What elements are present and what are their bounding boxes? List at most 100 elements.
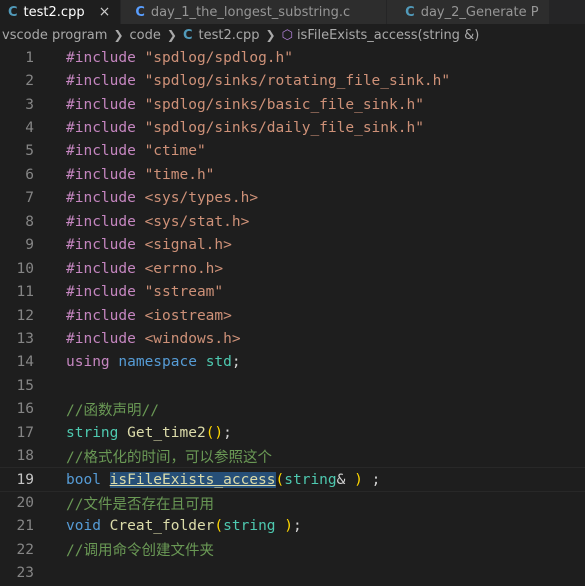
code-line[interactable]: 16 //函数声明// [0,398,585,421]
code-text: #include "spdlog/spdlog.h" [66,50,585,66]
code-line[interactable]: 15 [0,374,585,397]
code-line[interactable]: 22 //调用命令创建文件夹 [0,538,585,561]
code-line[interactable]: 2 #include "spdlog/sinks/rotating_file_si… [0,69,585,92]
code-token: #include [66,330,136,347]
code-text: #include "time.h" [66,167,585,183]
line-number: 19 [16,471,34,488]
tab-day-2-generate[interactable]: C day_2_Generate P [387,0,550,24]
code-line[interactable]: 7 #include <sys/types.h> [0,187,585,210]
code-text: #include <errno.h> [66,261,585,277]
code-token: string [284,471,337,488]
code-token: bool [66,471,101,488]
code-token: "spdlog/sinks/rotating_file_sink.h" [144,73,451,90]
code-line[interactable]: 18 //格式化的时间，可以参照这个 [0,444,585,467]
code-line[interactable]: 23 [0,562,585,585]
breadcrumb-folder-code[interactable]: code [130,28,161,43]
code-line[interactable]: 3 #include "spdlog/sinks/basic_file_sink.… [0,93,585,116]
code-token: ) [354,471,363,488]
code-line[interactable]: 5 #include "ctime" [0,140,585,163]
cpp-file-icon: C [405,4,415,20]
code-token: #include [66,166,136,183]
line-number: 17 [16,424,34,441]
code-token: "sstream" [144,284,224,301]
tab-label: test2.cpp [23,4,85,20]
code-line[interactable]: 14 using namespace std; [0,351,585,374]
breadcrumb: vscode program ❯ code ❯ C test2.cpp ❯ ⬡ … [0,24,585,46]
breadcrumb-folder-vscode-program[interactable]: vscode program [2,28,107,43]
cpp-file-icon: C [182,27,193,43]
code-token: <windows.h> [144,330,241,347]
code-line[interactable]: 8 #include <sys/stat.h> [0,210,585,233]
method-cube-icon: ⬡ [281,27,293,43]
code-line[interactable]: 20 //文件是否存在且可用 [0,491,585,514]
code-text: #include <sys/stat.h> [66,214,585,230]
code-text: using namespace std; [66,354,585,370]
code-token: string [223,518,276,535]
code-line[interactable]: 13 #include <windows.h> [0,327,585,350]
line-number: 11 [16,284,34,301]
editor-tab-bar: C test2.cpp × C day_1_the_longest_substr… [0,0,585,24]
code-text: //函数声明// [66,399,585,420]
code-token: #include [66,284,136,301]
code-text: #include <iostream> [66,308,585,324]
code-line[interactable]: 1 #include "spdlog/spdlog.h" [0,46,585,69]
c-file-icon: C [135,4,145,20]
code-text: //调用命令创建文件夹 [66,539,585,560]
code-line[interactable]: 9 #include <signal.h> [0,234,585,257]
code-line[interactable]: 6 #include "time.h" [0,163,585,186]
line-number: 20 [16,495,34,512]
code-line[interactable]: 11 #include "sstream" [0,280,585,303]
tab-test2-cpp[interactable]: C test2.cpp × [0,0,122,24]
code-line[interactable]: 10 #include <errno.h> [0,257,585,280]
code-token: <sys/types.h> [144,190,259,207]
line-number: 18 [16,448,34,465]
close-icon[interactable]: × [99,4,111,20]
code-token: "spdlog/sinks/daily_file_sink.h" [144,120,424,137]
code-line[interactable]: 17 string Get_time2(); [0,421,585,444]
code-token: std [205,354,232,371]
code-token: using [66,354,110,371]
code-text: #include <windows.h> [66,331,585,347]
code-line[interactable]: 12 #include <iostream> [0,304,585,327]
chevron-right-icon: ❯ [265,28,276,42]
code-token: #include [66,260,136,277]
code-token: #include [66,73,136,90]
code-token: ; [362,471,381,488]
tab-label: day_2_Generate P [420,4,539,20]
code-token: namespace [118,354,197,371]
breadcrumb-file[interactable]: test2.cpp [198,28,259,43]
code-token: <signal.h> [144,237,232,254]
code-token: <sys/stat.h> [144,213,250,230]
code-line[interactable]: 21 void Creat_folder(string ); [0,515,585,538]
line-number: 14 [16,354,34,371]
code-token: "ctime" [144,143,206,160]
code-editor[interactable]: 1 #include "spdlog/spdlog.h" 2 #include "sp… [0,46,585,585]
chevron-right-icon: ❯ [113,28,124,42]
code-token: //文件是否存在且可用 [66,496,214,513]
code-token: #include [66,96,136,113]
line-number: 23 [16,565,34,582]
line-number: 7 [25,190,34,207]
line-number: 10 [16,260,34,277]
tab-day-1-longest-substring[interactable]: C day_1_the_longest_substring.c [121,0,388,24]
breadcrumb-symbol[interactable]: isFileExists_access(string &) [297,28,479,43]
code-text: void Creat_folder(string ); [66,518,585,534]
code-token: #include [66,143,136,160]
code-line[interactable]: 4 #include "spdlog/sinks/daily_file_sink.… [0,116,585,139]
code-token: #include [66,190,136,207]
code-text: #include "ctime" [66,143,585,159]
code-text: #include "spdlog/sinks/rotating_file_sin… [66,73,585,89]
code-line[interactable]: 19 bool isFileExists_access(string& ) ; [0,466,585,493]
